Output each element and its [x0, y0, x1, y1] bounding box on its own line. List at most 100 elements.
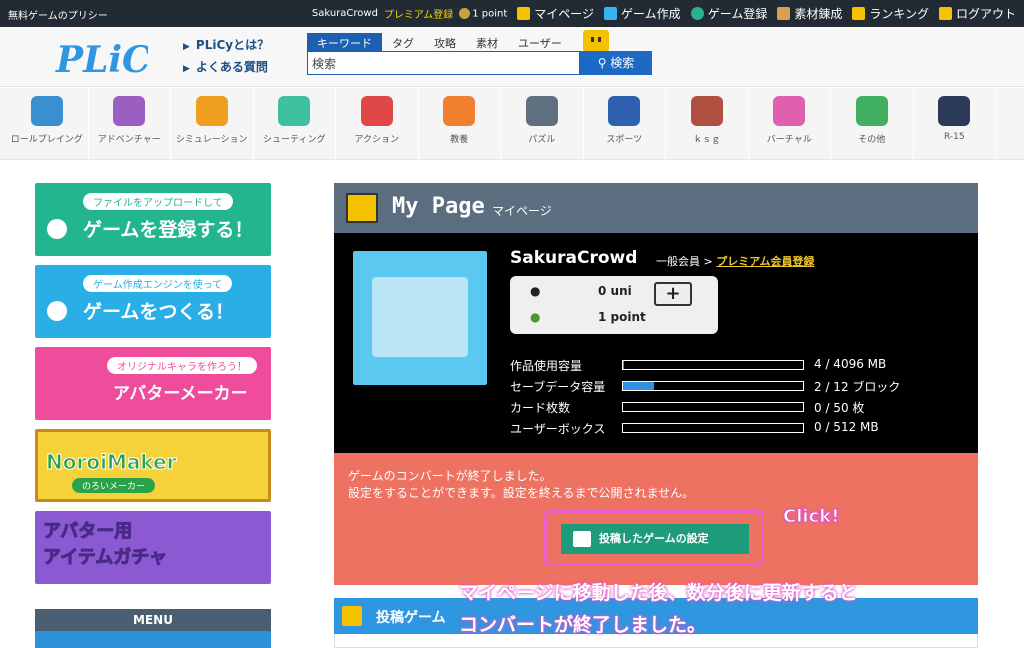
- nav-logout[interactable]: ログアウト: [938, 5, 1016, 22]
- highlight-box: 投稿したゲームの設定: [544, 510, 764, 566]
- search-input[interactable]: 検索: [307, 51, 580, 75]
- banner-avatar-maker[interactable]: オリジナルキャラを作ろう！ アバターメーカー: [35, 347, 271, 420]
- mypage-panel: My Page マイページ SakuraCrowd 一般会員 > プレミアム会員…: [334, 183, 978, 585]
- menu-header: MENU: [35, 609, 271, 631]
- pencil-icon: [443, 96, 476, 126]
- search-icon: ⚲: [597, 56, 611, 70]
- material-icon: [777, 7, 791, 20]
- category-label: パズル: [528, 135, 556, 145]
- banner-title: アバターメーカー: [113, 384, 248, 404]
- banner-create-game[interactable]: ゲーム作成エンジンを使って ゲームをつくる！: [35, 265, 271, 338]
- banner-register-game[interactable]: ファイルをアップロードして ゲームを登録する！: [35, 183, 271, 256]
- points-display: 1 point: [459, 7, 507, 19]
- category-label: シミュレーション: [175, 135, 248, 145]
- game-settings-button[interactable]: 投稿したゲームの設定: [561, 524, 749, 554]
- speech-icon: [604, 7, 618, 20]
- category-1[interactable]: アドベンチャー: [89, 88, 171, 160]
- menu-item[interactable]: [35, 631, 271, 648]
- instruction-annotation-2: コンバートが終了しました。: [459, 614, 707, 636]
- category-label: 教養: [450, 135, 469, 145]
- tab-user[interactable]: ユーザー: [508, 33, 572, 53]
- tab-guide[interactable]: 攻略: [424, 33, 466, 53]
- currency-box: ● 0 uni ● 1 point +: [510, 276, 718, 334]
- mypage-icon: [517, 7, 531, 20]
- category-bar: ロールプレイング アドベンチャー シミュレーション シューティング アクション 教養 パズル…: [0, 88, 1024, 160]
- plus-circle-icon: [690, 7, 704, 20]
- nav-ranking[interactable]: ランキング: [852, 5, 929, 22]
- category-3[interactable]: シューティング: [254, 88, 336, 160]
- uni-value: 0 uni: [598, 284, 632, 298]
- category-label: ｋｓｇ: [693, 135, 721, 145]
- page-title: My Page: [392, 194, 485, 219]
- category-5[interactable]: 教養: [419, 88, 501, 160]
- notepad-icon: [113, 96, 146, 126]
- banner-pill: のろいメーカー: [72, 478, 156, 493]
- sidebar: ファイルをアップロードして ゲームを登録する！ ゲーム作成エンジンを使って ゲー…: [35, 183, 271, 593]
- header-links: PLiCyとは？ よくある質問: [183, 35, 269, 79]
- coin-icon: [459, 7, 471, 19]
- category-9[interactable]: バーチャル: [749, 88, 831, 160]
- search-button[interactable]: ⚲ 検索: [580, 51, 652, 75]
- avatar[interactable]: [353, 251, 487, 385]
- notice-line-2: 設定をすることができます。設定を終えるまで公開されません。: [348, 486, 695, 500]
- nav-game-register[interactable]: ゲーム登録: [690, 5, 767, 22]
- nav-material[interactable]: 素材錬成: [777, 5, 842, 22]
- posted-games-title: 投稿ゲーム: [376, 610, 446, 626]
- banner-title: ゲームを登録する！: [83, 219, 254, 241]
- point-icon: ●: [530, 310, 541, 324]
- category-0[interactable]: ロールプレイング: [6, 88, 89, 160]
- username-link[interactable]: SakuraCrowd: [312, 8, 378, 19]
- ship-icon: [278, 96, 311, 126]
- tab-keyword[interactable]: キーワード: [307, 33, 382, 53]
- category-10[interactable]: その他: [831, 88, 914, 160]
- about-link[interactable]: PLiCyとは？: [183, 35, 269, 57]
- member-rank: 一般会員 > プレミアム会員登録: [656, 255, 815, 268]
- page-subtitle: マイページ: [492, 204, 552, 218]
- lock-icon: [938, 7, 952, 20]
- profile-area: SakuraCrowd 一般会員 > プレミアム会員登録 ● 0 uni ● 1…: [334, 233, 978, 453]
- premium-member-link[interactable]: プレミアム会員登録: [716, 255, 814, 268]
- nav-mypage[interactable]: マイページ: [517, 5, 594, 22]
- category-11[interactable]: R-15: [914, 88, 996, 160]
- category-8[interactable]: ｋｓｇ: [666, 88, 749, 160]
- category-2[interactable]: シミュレーション: [171, 88, 254, 160]
- category-label: アドベンチャー: [97, 135, 161, 145]
- banner-item-gacha[interactable]: アバター用 アイテムガチャ: [35, 511, 271, 584]
- top-bar: 無料ゲームのプリシー SakuraCrowd プレミアム登録 1 point マ…: [0, 0, 1024, 27]
- point-value: 1 point: [598, 310, 646, 324]
- policy-link[interactable]: 無料ゲームのプリシー: [8, 7, 108, 22]
- r-icon: [938, 96, 971, 126]
- faq-link[interactable]: よくある質問: [183, 57, 269, 79]
- robot-icon: [773, 96, 806, 126]
- stat-row: 作品使用容量 4 / 4096 MB: [510, 357, 887, 373]
- tab-tag[interactable]: タグ: [382, 33, 424, 53]
- puzzle-icon: [525, 96, 558, 126]
- plicy-logo[interactable]: PLiCy: [52, 30, 148, 84]
- notice-line-1: ゲームのコンバートが終了しました。: [348, 469, 552, 483]
- premium-register-link[interactable]: プレミアム登録: [384, 6, 453, 21]
- category-label: バーチャル: [766, 135, 812, 145]
- speech-icon: [47, 301, 67, 321]
- stat-bar: [622, 423, 804, 433]
- stat-bar: [622, 381, 804, 391]
- category-7[interactable]: スポーツ: [584, 88, 666, 160]
- stat-row: セーブデータ容量 2 / 12 ブロック: [510, 380, 901, 394]
- click-annotation: Click!: [782, 506, 840, 528]
- top-right-nav: SakuraCrowd プレミアム登録 1 point マイページ ゲーム作成 …: [312, 0, 1016, 27]
- banner-title: ゲームをつくる！: [83, 301, 235, 323]
- convert-notice: ゲームのコンバートが終了しました。 設定をすることができます。設定を終えるまで公…: [334, 453, 978, 585]
- category-6[interactable]: パズル: [501, 88, 584, 160]
- banner-noroi-maker[interactable]: NoroiMaker のろいメーカー: [35, 429, 271, 502]
- add-uni-button[interactable]: +: [654, 282, 692, 306]
- tab-material[interactable]: 素材: [466, 33, 508, 53]
- instruction-annotation-1: マイページに移動した後、数分後に更新すると: [459, 582, 858, 604]
- nav-game-create[interactable]: ゲーム作成: [604, 5, 681, 22]
- building-icon: [195, 96, 228, 126]
- mypage-icon: [346, 193, 378, 223]
- category-4[interactable]: アクション: [336, 88, 419, 160]
- plus-circle-icon: [47, 219, 67, 239]
- header: PLiCy PLiCyとは？ よくある質問 キーワード タグ 攻略 素材 ユーザ…: [0, 27, 1024, 87]
- uni-icon: ●: [530, 284, 541, 298]
- stat-bar: [622, 402, 804, 412]
- ksg-icon: [690, 96, 723, 126]
